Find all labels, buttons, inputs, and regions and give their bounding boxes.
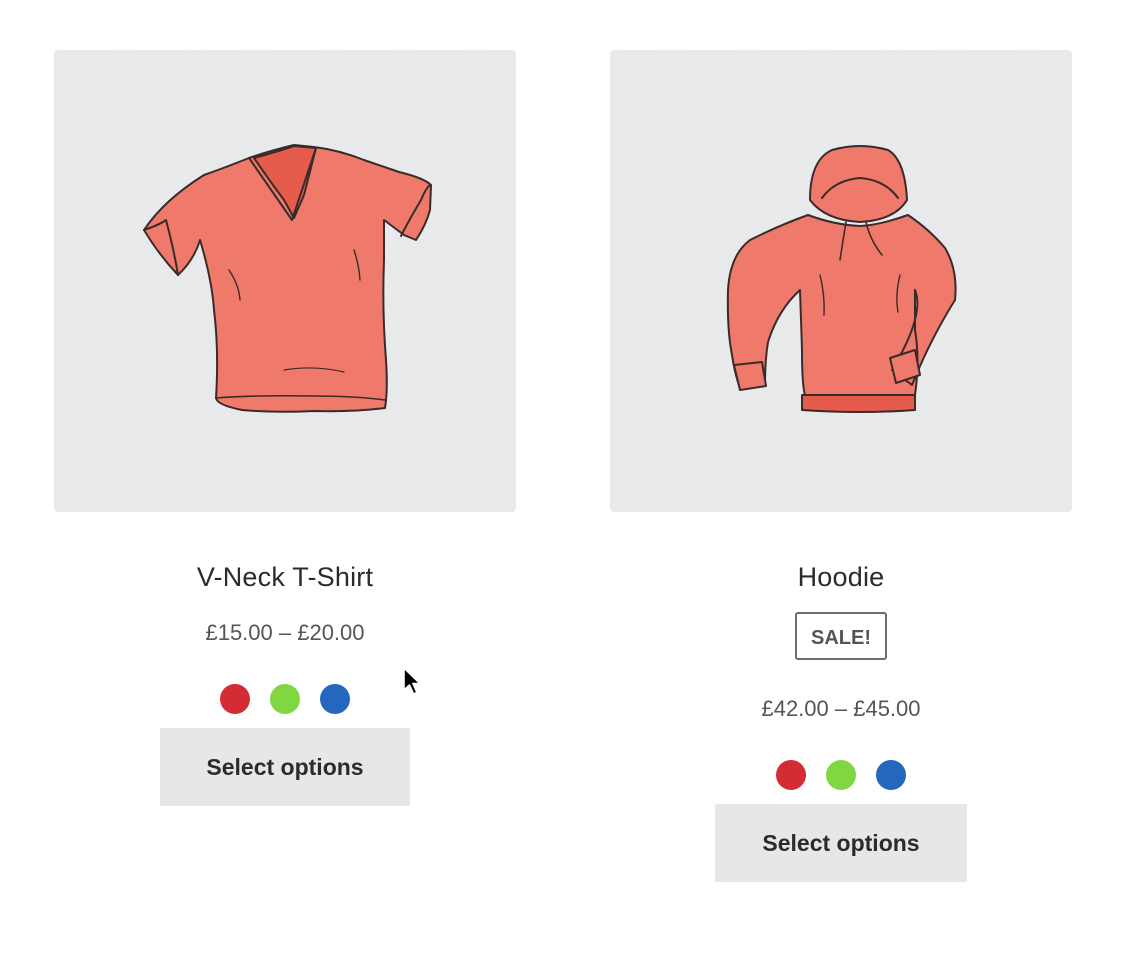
sale-badge: SALE! [795, 612, 887, 660]
hoodie-illustration [726, 145, 957, 413]
product-title[interactable]: Hoodie [610, 560, 1072, 594]
swatch-red[interactable] [776, 760, 806, 790]
color-swatches [54, 684, 516, 714]
product-card-hoodie: Hoodie SALE! £42.00 – £45.00 Select opti… [610, 50, 1072, 882]
product-price: £15.00 – £20.00 [205, 620, 365, 645]
mouse-cursor-icon [403, 667, 421, 695]
select-options-button[interactable]: Select options [160, 728, 410, 806]
swatch-green[interactable] [270, 684, 300, 714]
swatch-green[interactable] [826, 760, 856, 790]
product-card-vneck-tshirt: V-Neck T-Shirt £15.00 – £20.00 Select op… [54, 50, 516, 806]
select-options-button[interactable]: Select options [715, 804, 967, 882]
swatch-red[interactable] [220, 684, 250, 714]
product-price: £42.00 – £45.00 [761, 696, 921, 721]
swatch-blue[interactable] [876, 760, 906, 790]
product-image-tshirt[interactable] [54, 50, 516, 512]
product-image-hoodie[interactable] [610, 50, 1072, 512]
swatch-blue[interactable] [320, 684, 350, 714]
tshirt-illustration [143, 144, 432, 413]
color-swatches [610, 760, 1072, 790]
product-title[interactable]: V-Neck T-Shirt [54, 560, 516, 594]
